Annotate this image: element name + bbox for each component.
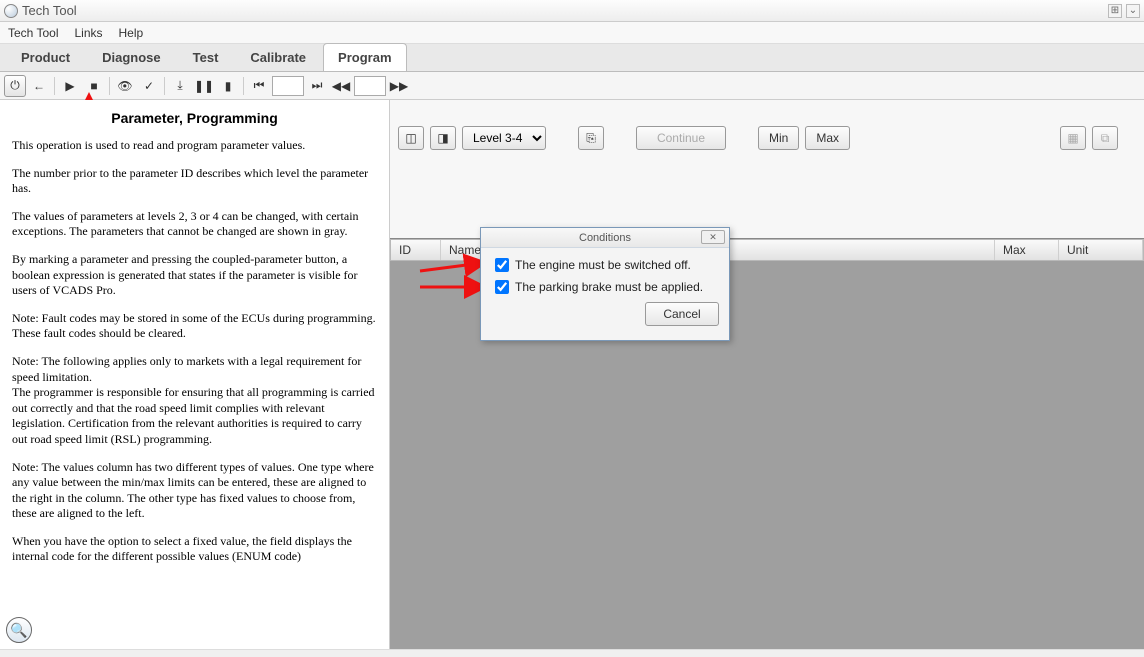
doc-para: By marking a parameter and pressing the … [12,252,377,299]
doc-para: When you have the option to select a fix… [12,534,377,565]
condition-2-checkbox[interactable] [495,280,509,294]
app-icon [4,4,18,18]
condition-1-checkbox[interactable] [495,258,509,272]
toolbar-separator [243,77,244,95]
conditions-dialog: Conditions ✕ The engine must be switched… [480,227,730,341]
tab-diagnose[interactable]: Diagnose [87,43,176,71]
link-icon[interactable]: ⧉ [1092,126,1118,150]
left-doc-panel: Parameter, Programming This operation is… [0,100,390,649]
tab-calibrate[interactable]: Calibrate [235,43,321,71]
menu-links[interactable]: Links [74,26,102,40]
step-in-icon[interactable]: ⤓ [169,75,191,97]
col-id[interactable]: ID [391,240,441,260]
toolbar-separator [109,77,110,95]
toolbar: ⏻ ← ▶ ■ 👁 ✓ ⤓ ❚❚ ▮ ⏮ ⏭ ◀◀ ▶▶ [0,72,1144,100]
fforward-icon[interactable]: ▶▶ [388,75,410,97]
tab-product[interactable]: Product [6,43,85,71]
next-icon[interactable]: ⏭ [306,75,328,97]
max-button[interactable]: Max [805,126,850,150]
back-icon[interactable]: ← [28,75,50,97]
toolbar-separator [164,77,165,95]
power-icon[interactable]: ⏻ [4,75,26,97]
record-icon[interactable]: ▮ [217,75,239,97]
stop-icon[interactable]: ■ [83,75,105,97]
parameter-grid-area: ID Name Max Unit Conditions ✕ The engine… [390,238,1144,649]
grid-toggle-icon[interactable]: ⊞ [1108,4,1122,18]
col-max[interactable]: Max [995,240,1059,260]
zoom-icon[interactable]: 🔍 [6,617,32,643]
right-toolbar: ◫ ◨ Level 3-4 ⎘ Continue Min Max ▦ ⧉ [390,118,1144,158]
min-button[interactable]: Min [758,126,799,150]
condition-row-1: The engine must be switched off. [495,258,719,272]
col-unit[interactable]: Unit [1059,240,1143,260]
condition-row-2: The parking brake must be applied. [495,280,719,294]
grid-icon[interactable]: ▦ [1060,126,1086,150]
rewind-icon[interactable]: ◀◀ [330,75,352,97]
titlebar: Tech Tool ⊞ ⌄ [0,0,1144,22]
doc-para: Note: Fault codes may be stored in some … [12,311,377,342]
content-area: Parameter, Programming This operation is… [0,100,1144,649]
prev-icon[interactable]: ⏮ [248,75,270,97]
doc-para: This operation is used to read and progr… [12,138,377,154]
pause-icon[interactable]: ❚❚ [193,75,215,97]
tool-icon-1[interactable]: ◫ [398,126,424,150]
statusbar [0,649,1144,657]
page-input-1[interactable] [272,76,304,96]
continue-button[interactable]: Continue [636,126,726,150]
doc-heading: Parameter, Programming [12,110,377,126]
doc-para: The number prior to the parameter ID des… [12,166,377,197]
level-select[interactable]: Level 3-4 [462,126,546,150]
check-icon[interactable]: ✓ [138,75,160,97]
doc-para: The values of parameters at levels 2, 3 … [12,209,377,240]
right-panel: ◫ ◨ Level 3-4 ⎘ Continue Min Max ▦ ⧉ ID … [390,100,1144,649]
window-controls: ⊞ ⌄ [1108,4,1140,18]
menu-help[interactable]: Help [119,26,144,40]
toolbar-separator [54,77,55,95]
eye-icon[interactable]: 👁 [114,75,136,97]
page-input-2[interactable] [354,76,386,96]
condition-1-label: The engine must be switched off. [515,258,691,272]
cancel-button[interactable]: Cancel [645,302,719,326]
chevron-down-icon[interactable]: ⌄ [1126,4,1140,18]
tool-icon-2[interactable]: ◨ [430,126,456,150]
menubar: Tech Tool Links Help [0,22,1144,44]
dialog-close-icon[interactable]: ✕ [701,230,725,244]
play-icon[interactable]: ▶ [59,75,81,97]
window-title: Tech Tool [22,3,77,18]
dialog-titlebar[interactable]: Conditions ✕ [481,228,729,248]
link-tool-icon[interactable]: ⎘ [578,126,604,150]
doc-para: Note: The values column has two differen… [12,460,377,522]
main-tabs: Product Diagnose Test Calibrate Program [0,44,1144,72]
tab-program[interactable]: Program [323,43,406,71]
dialog-title-text: Conditions [579,232,631,244]
menu-techtool[interactable]: Tech Tool [8,26,58,40]
doc-para: Note: The following applies only to mark… [12,354,377,448]
condition-2-label: The parking brake must be applied. [515,280,703,294]
tab-test[interactable]: Test [178,43,234,71]
